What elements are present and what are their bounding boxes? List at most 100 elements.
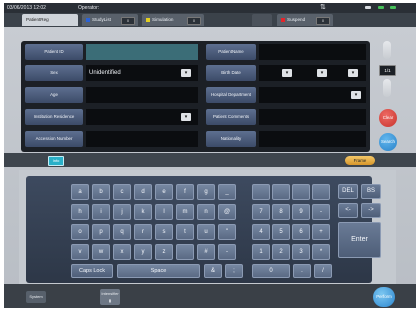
info-toggle-button[interactable]: Info	[48, 156, 64, 166]
institution-residence-label: Institution Residence	[25, 109, 83, 125]
numeric-key[interactable]: 8	[272, 204, 290, 220]
space-key[interactable]: Space	[117, 264, 200, 278]
letter-key[interactable]: n	[197, 204, 215, 220]
tab-label: Suspend	[287, 17, 306, 22]
letter-key[interactable]: i	[92, 204, 110, 220]
perform-button[interactable]: Perform	[373, 287, 395, 307]
hospital-department-label: Hospital Department	[206, 87, 256, 103]
letter-key[interactable]: g	[197, 184, 215, 200]
numeric-key[interactable]: 5	[272, 224, 290, 240]
letter-key[interactable]: q	[113, 224, 131, 240]
letter-key[interactable]: v	[71, 244, 89, 260]
numeric-key[interactable]: *	[312, 244, 330, 260]
numeric-key[interactable]: 4	[252, 224, 270, 240]
bottom-bar	[4, 284, 416, 308]
letter-key[interactable]: m	[176, 204, 194, 220]
letter-key[interactable]: t	[176, 224, 194, 240]
letter-key[interactable]: "	[218, 224, 236, 240]
birth-date-label: Birth Date	[206, 65, 256, 81]
numeric-key[interactable]: 2	[272, 244, 290, 260]
dot-key[interactable]: .	[293, 264, 311, 278]
numeric-key[interactable]: +	[312, 224, 330, 240]
tab-blank[interactable]	[252, 14, 272, 26]
accession-number-field[interactable]	[86, 131, 198, 147]
sex-dropdown-icon[interactable]: ▾	[181, 69, 191, 77]
numeric-key[interactable]: 1	[252, 244, 270, 260]
nationality-label: Nationality	[206, 131, 256, 147]
birth-day-dropdown-icon[interactable]: ▾	[348, 69, 358, 77]
tab-patientreg[interactable]: PatientReg	[22, 14, 78, 26]
delete-key[interactable]: DEL	[338, 184, 358, 199]
letter-key[interactable]: a	[71, 184, 89, 200]
cursor-right-key[interactable]: ->	[361, 203, 381, 218]
frame-button[interactable]: Frame	[345, 156, 375, 165]
semicolon-key[interactable]: ;	[225, 264, 243, 278]
count-badge: 0	[316, 17, 330, 25]
slash-key[interactable]: /	[314, 264, 332, 278]
zero-key[interactable]: 0	[252, 264, 290, 278]
tab-simulation[interactable]: Simulation 0	[142, 14, 204, 26]
blank-numeric-key[interactable]	[272, 184, 290, 200]
numeric-key[interactable]: 6	[292, 224, 310, 240]
backspace-key[interactable]: BS	[361, 184, 381, 199]
letter-key[interactable]: p	[92, 224, 110, 240]
letter-key[interactable]: #	[197, 244, 215, 260]
blank-numeric-key[interactable]	[252, 184, 270, 200]
numeric-key[interactable]: 7	[252, 204, 270, 220]
nationality-field[interactable]	[259, 131, 366, 147]
intensifier-button[interactable]: Intensifier ▮	[100, 289, 120, 305]
letter-key[interactable]: j	[113, 204, 131, 220]
tab-studylist[interactable]: StudyList 0	[82, 14, 138, 26]
clear-button[interactable]: Clear	[379, 109, 397, 127]
birth-year-dropdown-icon[interactable]: ▾	[282, 69, 292, 77]
letter-key[interactable]: f	[176, 184, 194, 200]
letter-key[interactable]: x	[113, 244, 131, 260]
scroll-down-handle[interactable]	[383, 79, 391, 97]
letter-key[interactable]: r	[134, 224, 152, 240]
letter-key[interactable]: @	[218, 204, 236, 220]
hospital-department-field[interactable]	[259, 87, 366, 103]
institution-dropdown-icon[interactable]: ▾	[181, 113, 191, 121]
letter-key[interactable]: w	[92, 244, 110, 260]
age-field[interactable]	[86, 87, 198, 103]
caps-lock-key[interactable]: Caps Lock	[71, 264, 113, 278]
blank-numeric-key[interactable]	[312, 184, 330, 200]
letter-key[interactable]: c	[113, 184, 131, 200]
system-button[interactable]: System	[26, 291, 46, 303]
enter-key[interactable]: Enter	[338, 222, 381, 258]
patient-name-field[interactable]	[259, 44, 366, 60]
numeric-key[interactable]: 9	[292, 204, 310, 220]
network-icon: ⇅	[320, 4, 326, 11]
letter-key[interactable]: z	[155, 244, 173, 260]
letter-key[interactable]: u	[197, 224, 215, 240]
numeric-key[interactable]: 3	[292, 244, 310, 260]
status-marker	[281, 17, 285, 22]
letter-key[interactable]: -	[218, 244, 236, 260]
letter-key[interactable]: y	[134, 244, 152, 260]
letter-key[interactable]: k	[134, 204, 152, 220]
ampersand-key[interactable]: &	[204, 264, 222, 278]
patient-comments-field[interactable]	[259, 109, 366, 125]
scroll-up-handle[interactable]	[383, 41, 391, 59]
accession-number-label: Accession Number	[25, 131, 83, 147]
search-button[interactable]: Search	[379, 133, 397, 151]
sex-label: Sex	[25, 65, 83, 81]
numeric-key[interactable]: -	[312, 204, 330, 220]
letter-key[interactable]: s	[155, 224, 173, 240]
letter-key[interactable]: h	[71, 204, 89, 220]
birth-month-dropdown-icon[interactable]: ▾	[317, 69, 327, 77]
count-badge: 0	[187, 17, 201, 25]
blank-numeric-key[interactable]	[292, 184, 310, 200]
letter-key[interactable]: e	[155, 184, 173, 200]
patient-name-label: PatientName	[206, 44, 256, 60]
letter-key[interactable]: b	[92, 184, 110, 200]
department-dropdown-icon[interactable]: ▾	[351, 91, 361, 99]
letter-key[interactable]: d	[134, 184, 152, 200]
letter-key[interactable]: _	[218, 184, 236, 200]
letter-key[interactable]	[176, 244, 194, 260]
letter-key[interactable]: o	[71, 224, 89, 240]
letter-key[interactable]: l	[155, 204, 173, 220]
patient-id-field[interactable]	[86, 44, 198, 60]
cursor-left-key[interactable]: <-	[338, 203, 358, 218]
tab-suspend[interactable]: Suspend 0	[277, 14, 333, 26]
